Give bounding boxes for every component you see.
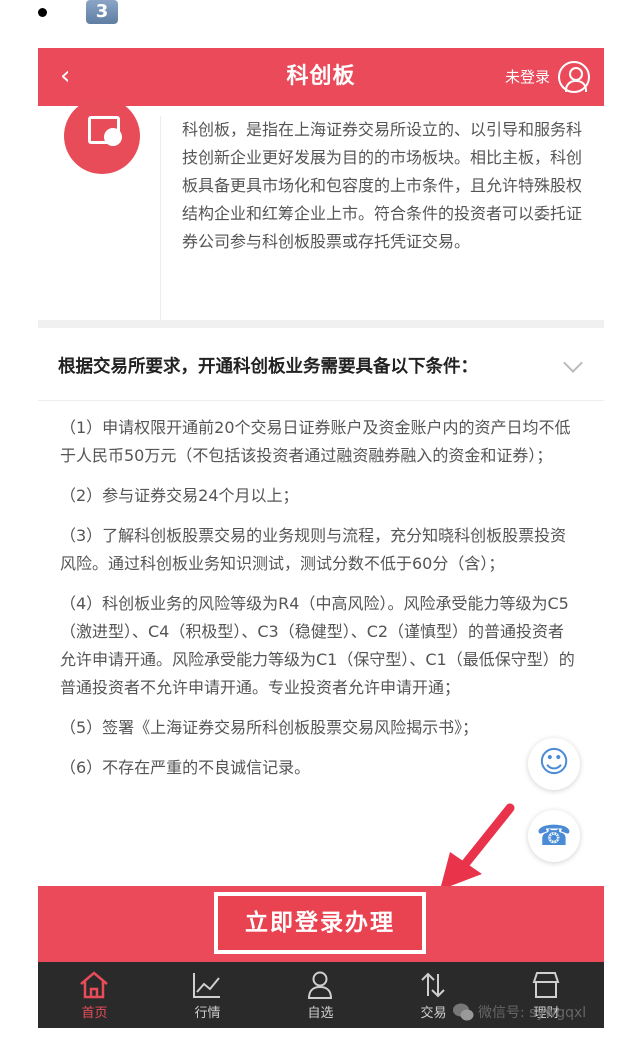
intro-card: 科创板，是指在上海证券交易所设立的、以引导和服务科技创新企业更好发展为目的的市场… — [38, 98, 604, 356]
tab-home[interactable]: 首页 — [38, 962, 151, 1028]
condition-item: （3）了解科创板股票交易的业务规则与流程，充分知晓科创板股票投资风险。通过科创板… — [60, 526, 567, 573]
chevron-down-icon[interactable] — [563, 353, 583, 373]
tab-label: 首页 — [81, 1006, 108, 1021]
user-avatar-icon[interactable] — [558, 61, 590, 93]
phone-call-icon[interactable] — [528, 810, 580, 862]
condition-item: （2）参与证券交易24个月以上； — [60, 486, 299, 505]
customer-service-icon[interactable] — [528, 738, 580, 790]
transfer-icon — [421, 972, 445, 998]
conditions-heading[interactable]: 根据交易所要求，开通科创板业务需要具备以下条件： — [58, 354, 478, 380]
header-bar: ‹ 科创板 未登录 — [38, 48, 604, 106]
chart-icon — [193, 973, 220, 998]
phone-screen: ‹ 科创板 未登录 科创板，是指在上海证券交易所设立的、以引导和服务科技创新企业… — [38, 48, 604, 1028]
red-arrow-icon — [440, 803, 515, 890]
conditions-card: 根据交易所要求，开通科创板业务需要具备以下条件： （1）申请权限开通前20个交易… — [38, 320, 604, 890]
wechat-watermark: 微信号: sywgqxl — [478, 1005, 587, 1021]
action-bar: 立即登录办理 — [38, 886, 604, 962]
user-icon — [307, 971, 333, 999]
tab-label: 自选 — [307, 1006, 334, 1021]
condition-item: （4）科创板业务的风险等级为R4（中高风险）。风险承受能力等级为C5（激进型）、… — [60, 594, 575, 697]
tab-watchlist[interactable]: 自选 — [264, 962, 377, 1028]
tab-market[interactable]: 行情 — [151, 962, 264, 1028]
condition-item: （5）签署《上海证券交易所科创板股票交易风险揭示书》； — [60, 718, 479, 737]
divider — [38, 400, 604, 401]
star-market-logo-icon — [64, 98, 140, 174]
login-status[interactable]: 未登录 — [505, 68, 550, 86]
intro-text: 科创板，是指在上海证券交易所设立的、以引导和服务科技创新企业更好发展为目的的市场… — [182, 120, 583, 251]
list-bullet — [38, 8, 47, 17]
condition-item: （1）申请权限开通前20个交易日证券账户及资金账户内的资产日均不低于人民币50万… — [60, 418, 571, 465]
login-apply-button[interactable]: 立即登录办理 — [214, 892, 426, 954]
store-icon — [532, 972, 560, 998]
home-icon — [80, 971, 108, 999]
condition-item: （6）不存在严重的不良诚信记录。 — [60, 758, 311, 777]
intro-divider — [160, 116, 161, 336]
conditions-list: （1）申请权限开通前20个交易日证券账户及资金账户内的资产日均不低于人民币50万… — [60, 414, 580, 794]
number-badge: 3 — [86, 0, 118, 24]
tab-label: 行情 — [194, 1006, 221, 1021]
wechat-icon — [453, 1003, 474, 1021]
